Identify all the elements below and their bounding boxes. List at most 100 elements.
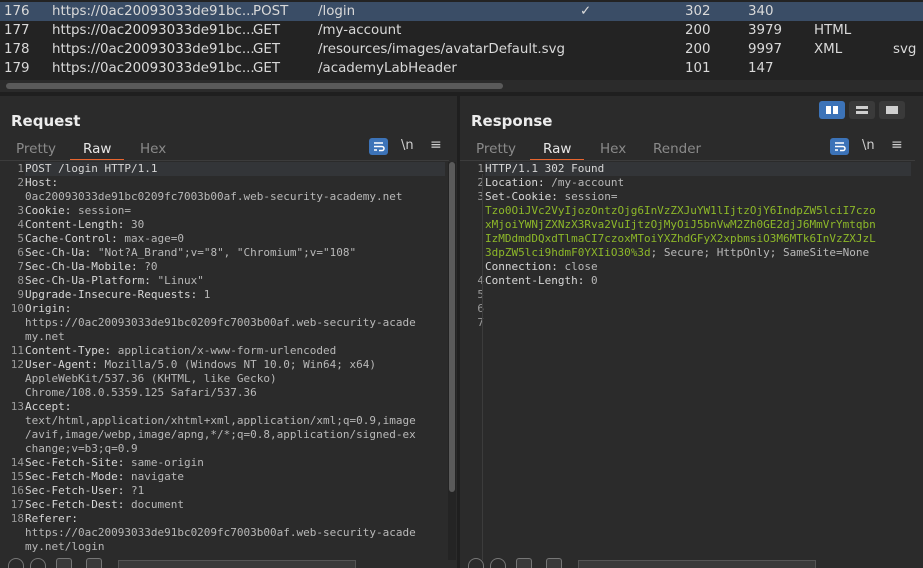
request-menu-icon[interactable]: ≡ [430,137,442,153]
header-name: Content-Length: [485,274,585,287]
response-code[interactable]: HTTP/1.1 302 Found Location: /my-account S… [485,162,876,316]
history-cell-url: /academyLabHeader [318,61,457,76]
response-search-input[interactable] [578,560,816,568]
settings-gear-icon[interactable] [30,558,46,568]
code-line: POST /login HTTP/1.1 [25,162,416,176]
help-icon[interactable] [468,558,484,568]
response-pane: Response Pretty Raw Hex Render \n ≡ 123 4… [460,96,923,568]
line-number [0,414,24,428]
line-number: 3 [477,190,484,203]
header-name: Cookie: [25,204,72,217]
request-search-input[interactable] [118,560,356,568]
settings-gear-icon[interactable] [490,558,506,568]
code-line: my.net [25,330,416,344]
history-horizontal-scrollbar[interactable] [0,80,923,92]
request-search-bar [0,558,457,568]
history-row[interactable]: 178 https://0ac20093033de91bc... GET/resou… [0,40,923,59]
history-row[interactable]: 177 https://0ac20093033de91bc... GET/my-ac… [0,21,923,40]
history-cell-url: /resources/images/avatarDefault.svg [318,42,565,57]
header-value: AppleWebKit/537.36 (KHTML, like Gecko) [25,372,277,385]
history-row[interactable]: 179 https://0ac20093033de91bc... GET/acade… [0,59,923,78]
response-raw-editor[interactable]: 123 4567 HTTP/1.1 302 Found Location: /my-… [460,162,915,554]
response-title: Response [471,112,553,130]
next-match-button[interactable] [546,558,562,568]
line-number: 6 [17,246,24,259]
help-icon[interactable] [8,558,24,568]
header-name: Set-Cookie: [485,190,558,203]
response-menu-icon[interactable]: ≡ [891,137,903,153]
code-line: 0ac20093033de91bc0209fc7003b00af.web-sec… [25,190,416,204]
response-tab-render[interactable]: Render [653,139,701,161]
response-tab-hex[interactable]: Hex [600,139,626,161]
response-tab-pretty[interactable]: Pretty [476,139,516,161]
header-value: 30 [124,218,145,231]
header-name: Origin: [25,302,72,315]
line-number: 1 [17,162,24,175]
code-line: /avif,image/webp,image/apng,*/*;q=0.8,ap… [25,428,416,442]
code-line: Sec-Ch-Ua-Platform: "Linux" [25,274,416,288]
history-cell-ext: svg [893,42,917,57]
request-scrollbar-thumb[interactable] [449,162,455,492]
history-cell-status: 200 [685,23,711,38]
request-newline-toggle[interactable]: \n [401,138,414,153]
cookie-value: Tzo0OiJVc2VyIjozOntzOjg6InVzZXJuYW1lIjtz… [485,204,876,217]
history-cell-method: GET [253,23,281,38]
history-cell-mime: XML [814,42,843,57]
single-pane-layout-button[interactable] [879,101,905,119]
code-line: Sec-Ch-Ua: "Not?A_Brand";v="8", "Chromiu… [25,246,416,260]
response-tab-raw[interactable]: Raw [543,139,571,161]
header-value: close [557,260,598,273]
history-cell-num: 177 [4,23,30,38]
http-history-table: 176 https://0ac20093033de91bc... POST/logi… [0,0,923,92]
response-line-numbers: 123 4567 [460,162,484,330]
request-vertical-scrollbar[interactable] [448,162,456,560]
line-number: 5 [477,288,484,301]
header-name: Content-Length: [25,218,125,231]
history-cell-host: https://0ac20093033de91bc... [52,61,255,76]
header-value: 1 [197,288,211,301]
previous-match-button[interactable] [56,558,72,568]
code-line: my.net/login [25,540,416,554]
response-gutter-divider [482,174,483,560]
header-value: Chrome/108.0.5359.125 Safari/537.36 [25,386,257,399]
code-line: IzMDdmdDQxdTlmaCI7czoxMToiYXZhdGFyX2xpbm… [485,232,876,246]
wrap-lines-icon [835,142,846,152]
history-scrollbar-thumb[interactable] [6,83,503,89]
history-cell-host: https://0ac20093033de91bc... [52,42,255,57]
line-number [460,260,484,274]
line-number: 12 [10,358,24,371]
line-number: 1 [477,162,484,175]
side-by-side-layout-button[interactable] [819,101,845,119]
header-value: my.net/login [25,540,105,553]
request-code[interactable]: POST /login HTTP/1.1 Host: 0ac20093033de91… [25,162,416,554]
stacked-layout-button[interactable] [849,101,875,119]
line-number [0,372,24,386]
response-pretty-toggle-button[interactable] [830,138,849,155]
header-value: same-origin [124,456,204,469]
request-pretty-toggle-button[interactable] [369,138,388,155]
next-match-button[interactable] [86,558,102,568]
header-value: "Linux" [150,274,204,287]
line-number [460,246,484,260]
code-line: Connection: close [485,260,876,274]
header-name: Upgrade-Insecure-Requests: [25,288,198,301]
header-value: https://0ac20093033de91bc0209fc7003b00af… [25,526,416,539]
code-line: Referer: [25,512,416,526]
header-value: ?1 [124,484,145,497]
request-tab-pretty[interactable]: Pretty [16,139,56,161]
line-number: 2 [477,176,484,189]
history-row[interactable]: 176 https://0ac20093033de91bc... POST/logi… [0,2,923,21]
code-line: Host: [25,176,416,190]
header-name: HTTP/1.1 302 Found [485,162,605,175]
history-cell-method: GET [253,61,281,76]
request-tab-raw[interactable]: Raw [83,139,111,161]
code-line: AppleWebKit/537.36 (KHTML, like Gecko) [25,372,416,386]
header-value: 0ac20093033de91bc0209fc7003b00af.web-sec… [25,190,403,203]
request-tab-hex[interactable]: Hex [140,139,166,161]
previous-match-button[interactable] [516,558,532,568]
request-raw-editor[interactable]: 1 2 3 4 5 6 7 8 9 10 11 12 13 14 15 16 17 18 POST /login … [0,162,449,554]
response-newline-toggle[interactable]: \n [862,138,875,153]
code-line: Sec-Fetch-Mode: navigate [25,470,416,484]
